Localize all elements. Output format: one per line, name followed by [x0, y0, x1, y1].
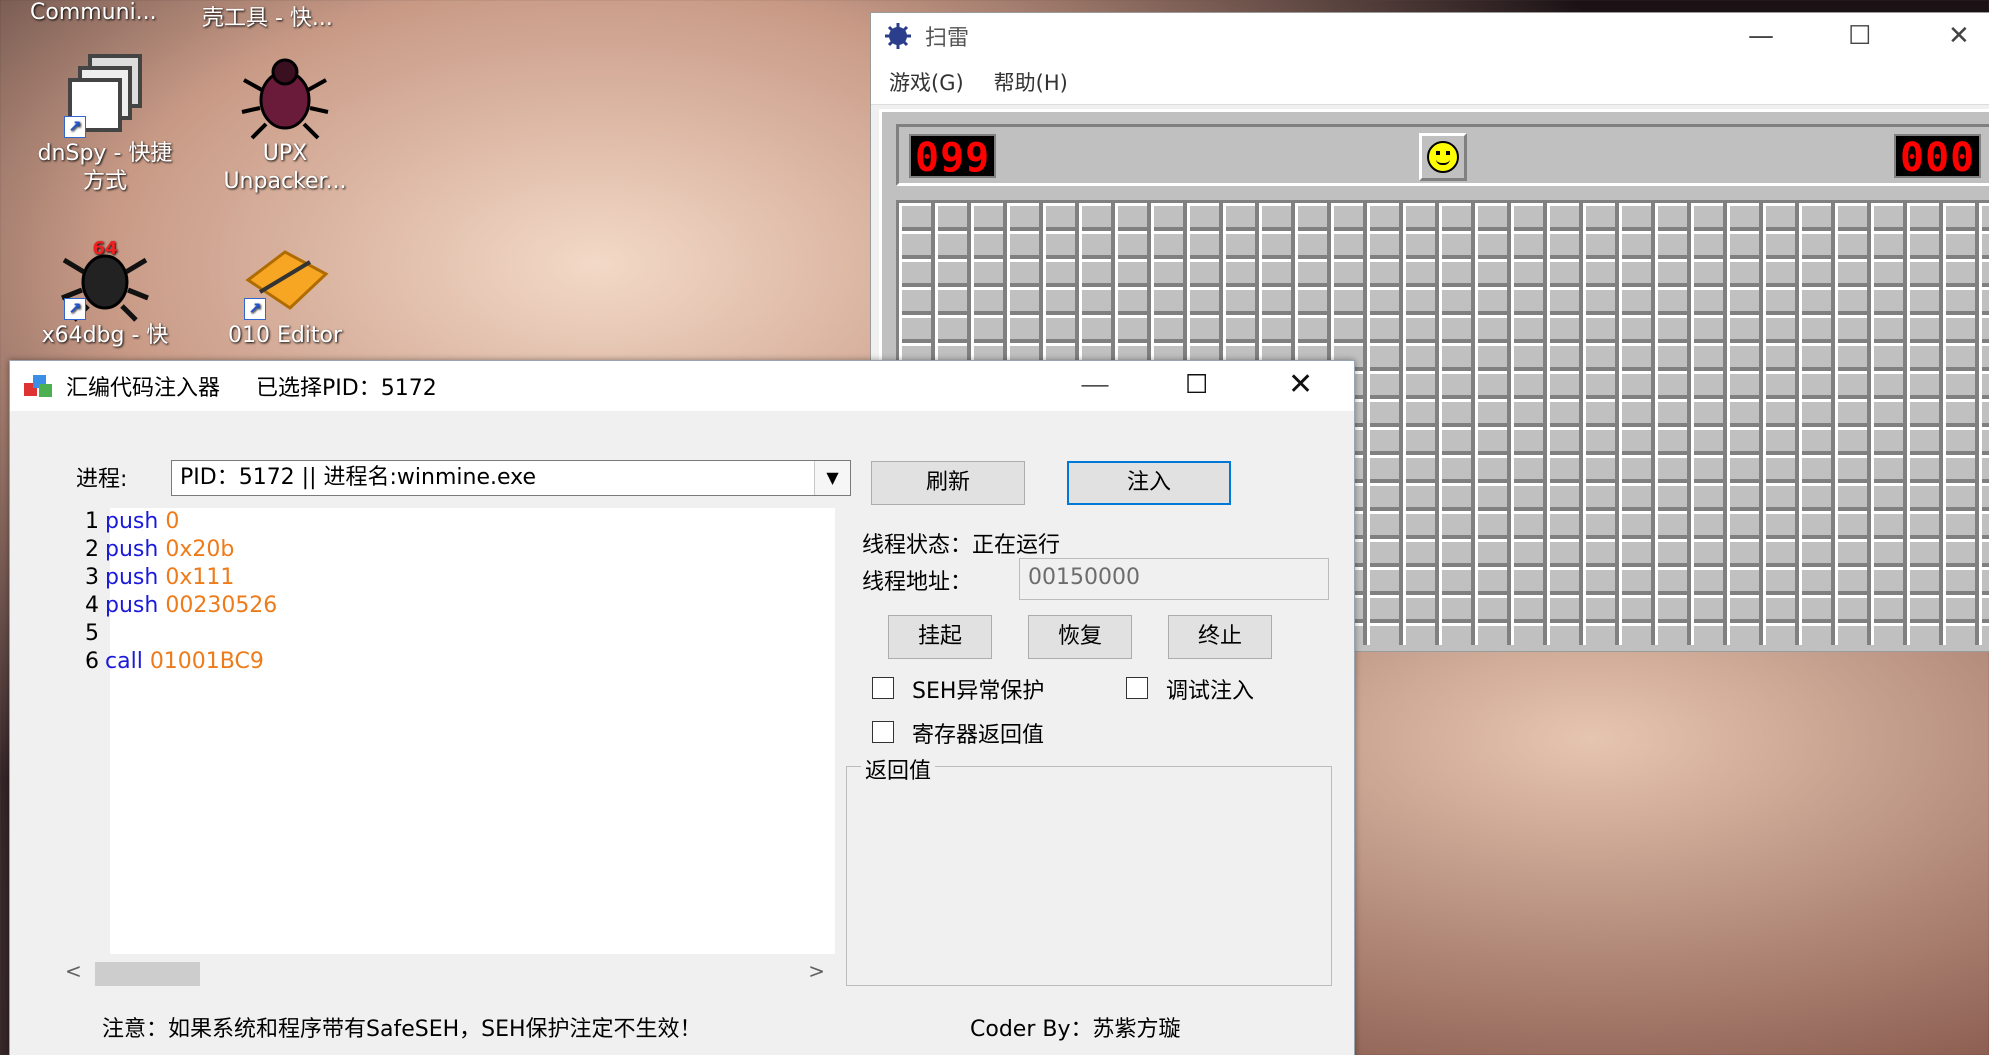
scroll-left-icon[interactable]: <	[65, 959, 82, 983]
dropdown-arrow-icon[interactable]: ▼	[814, 461, 850, 495]
desktop-icon-upx-unpacker[interactable]: UPX Unpacker...	[210, 50, 360, 196]
010-editor-icon: ↗	[240, 232, 330, 322]
x64dbg-bug-icon: 64 ↗	[60, 232, 150, 322]
desktop-icon-x64dbg[interactable]: 64 ↗ x64dbg - 快	[30, 232, 180, 350]
minesweeper-titlebar[interactable]: 扫雷 — ☐ ✕	[871, 13, 1989, 59]
code-line: 5	[85, 621, 99, 646]
maximize-icon[interactable]: ☐	[1848, 21, 1871, 51]
minesweeper-menubar: 游戏(G) 帮助(H)	[871, 59, 1989, 105]
refresh-button[interactable]: 刷新	[871, 461, 1025, 505]
code-line: 6 call 01001BC9	[85, 649, 264, 674]
maximize-icon[interactable]: ☐	[1185, 370, 1208, 400]
close-icon[interactable]: ✕	[1948, 21, 1970, 51]
shortcut-arrow-icon: ↗	[244, 298, 266, 320]
thread-address-field[interactable]: 00150000	[1019, 558, 1329, 600]
minesweeper-title: 扫雷	[925, 26, 970, 51]
injector-titlebar[interactable]: 汇编代码注入器 已选择PID：5172 — ☐ ✕	[10, 361, 1354, 411]
suspend-button[interactable]: 挂起	[888, 615, 992, 659]
code-line: 2 push 0x20b	[85, 537, 235, 562]
seh-checkbox-label: SEH异常保护	[912, 679, 1045, 704]
scrollbar-thumb[interactable]	[95, 962, 200, 986]
process-select-value: PID：5172 || 进程名:winmine.exe	[180, 465, 536, 490]
timer-display: 000	[1894, 134, 1982, 180]
svg-text:64: 64	[92, 238, 117, 259]
mine-app-icon	[885, 23, 911, 49]
selected-pid-title: 已选择PID：5172	[256, 376, 437, 401]
bug-icon	[240, 50, 330, 140]
minimize-icon[interactable]: —	[1748, 21, 1774, 51]
thread-status-label: 线程状态：正在运行	[862, 533, 1061, 558]
process-select[interactable]: PID：5172 || 进程名:winmine.exe ▼	[171, 460, 851, 496]
safeseh-warning: 注意：如果系统和程序带有SafeSEH，SEH保护注定不生效！	[102, 1017, 702, 1042]
register-return-label: 寄存器返回值	[912, 723, 1045, 748]
scroll-right-icon[interactable]: >	[808, 959, 825, 983]
process-label: 进程:	[76, 467, 128, 492]
code-line: 1 push 0	[85, 509, 180, 534]
code-editor[interactable]: 1 push 0 2 push 0x20b 3 push 0x111 4 push 00…	[55, 508, 835, 954]
injector-window: 汇编代码注入器 已选择PID：5172 — ☐ ✕ 进程: PID：5172 |…	[9, 360, 1355, 1055]
desktop-label-communi[interactable]: Communi...	[30, 0, 157, 25]
return-value-group: 返回值	[846, 753, 1332, 986]
icon-label: x64dbg - 快	[41, 323, 169, 348]
horizontal-scrollbar[interactable]: < >	[55, 954, 835, 994]
smiley-face-icon	[1427, 141, 1459, 173]
desktop-label-shell-tools[interactable]: 壳工具 - 快...	[202, 0, 333, 32]
shortcut-arrow-icon: ↗	[64, 116, 86, 138]
resume-button[interactable]: 恢复	[1028, 615, 1132, 659]
terminate-button[interactable]: 终止	[1168, 615, 1272, 659]
smiley-reset-button[interactable]	[1419, 133, 1467, 181]
menu-help[interactable]: 帮助(H)	[994, 67, 1068, 97]
return-value-legend: 返回值	[861, 753, 936, 785]
register-return-checkbox[interactable]	[872, 721, 894, 743]
shortcut-arrow-icon: ↗	[64, 298, 86, 320]
dnspy-icon: ↗	[60, 50, 150, 140]
icon-label: 010 Editor	[227, 323, 343, 348]
desktop-icon-dnspy[interactable]: ↗ dnSpy - 快捷 方式	[30, 50, 180, 196]
icon-label: UPX	[262, 141, 308, 166]
icon-label: Unpacker...	[223, 169, 347, 194]
injector-app-icon	[24, 375, 52, 397]
desktop-icon-010-editor[interactable]: ↗ 010 Editor	[210, 232, 360, 350]
thread-status-value: 正在运行	[972, 533, 1061, 558]
code-line: 3 push 0x111	[85, 565, 235, 590]
injector-title: 汇编代码注入器	[66, 376, 221, 401]
menu-game[interactable]: 游戏(G)	[889, 67, 964, 97]
minesweeper-status-panel: 099 000	[896, 124, 1989, 186]
icon-label: 方式	[82, 169, 127, 194]
seh-checkbox[interactable]	[872, 677, 894, 699]
coder-credit: Coder By：苏紫方璇	[970, 1017, 1181, 1042]
thread-address-label: 线程地址：	[862, 570, 973, 595]
inject-button[interactable]: 注入	[1067, 461, 1231, 505]
code-line: 4 push 00230526	[85, 593, 278, 618]
close-icon[interactable]: ✕	[1288, 367, 1313, 402]
debug-inject-label: 调试注入	[1166, 679, 1255, 704]
minimize-icon[interactable]: —	[1080, 367, 1110, 402]
debug-inject-checkbox[interactable]	[1126, 677, 1148, 699]
icon-label: dnSpy - 快捷	[37, 141, 173, 166]
mine-counter: 099	[909, 134, 997, 180]
